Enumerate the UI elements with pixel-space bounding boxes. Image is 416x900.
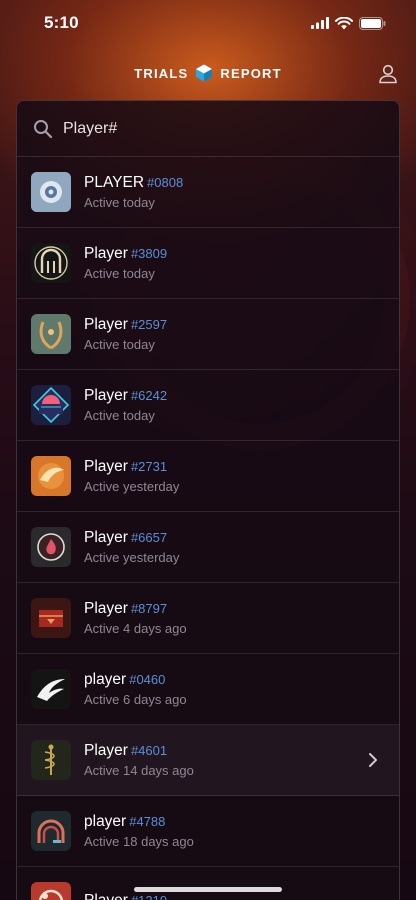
status-bar: 5:10 — [0, 0, 416, 46]
player-row-0460[interactable]: player #0460 Active 6 days ago — [17, 654, 399, 725]
player-info: Player #2597 Active today — [84, 316, 167, 353]
player-row-2731[interactable]: Player #2731 Active yesterday — [17, 441, 399, 512]
brand-logo: TRIALS REPORT — [134, 64, 282, 82]
player-code: #6657 — [130, 529, 168, 545]
player-activity: Active 6 days ago — [84, 691, 187, 707]
wifi-icon — [335, 16, 353, 29]
player-row-6657[interactable]: Player #6657 Active yesterday — [17, 512, 399, 583]
trials-logo-icon — [196, 64, 213, 82]
gate-emblem-icon — [31, 243, 71, 283]
status-time: 5:10 — [44, 13, 79, 32]
player-name: Player — [84, 528, 128, 546]
diamond-sunset-emblem-icon — [31, 385, 71, 425]
wreath-emblem-icon — [31, 314, 71, 354]
player-name-line: Player #2597 — [84, 316, 167, 334]
profile-icon[interactable] — [376, 62, 400, 86]
status-icons — [311, 16, 386, 30]
player-code: #4601 — [130, 742, 168, 758]
player-activity: Active yesterday — [84, 478, 180, 494]
red-snake-emblem-icon — [31, 882, 71, 900]
home-indicator[interactable] — [134, 887, 282, 892]
player-list: PLAYER #0808 Active today Player #3809 A… — [17, 157, 399, 900]
player-search-panel: PLAYER#0808 Active today Player#3809 — [16, 100, 400, 900]
player-code: #1219 — [130, 892, 168, 900]
player-activity: Active today — [84, 407, 155, 423]
player-row-8797[interactable]: Player #8797 Active 4 days ago — [17, 583, 399, 654]
player-name-line: Player #8797 — [84, 600, 187, 618]
player-info: player #0460 Active 6 days ago — [84, 671, 187, 708]
player-name: Player — [84, 244, 128, 262]
player-code: #0808 — [147, 174, 184, 190]
player-activity: Active 18 days ago — [84, 833, 194, 849]
player-activity: Active 4 days ago — [84, 620, 187, 636]
player-code: #2597 — [130, 316, 168, 332]
player-activity: Active yesterday — [84, 549, 180, 565]
app-header: TRIALS REPORT — [0, 52, 416, 94]
battery-icon — [359, 16, 386, 30]
red-chest-emblem-icon — [31, 598, 71, 638]
player-name: player — [84, 670, 127, 688]
caduceus-emblem-icon — [31, 740, 71, 780]
player-name: Player — [84, 599, 128, 617]
search-bar — [17, 101, 399, 157]
player-row-6242[interactable]: Player #6242 Active today — [17, 370, 399, 441]
player-activity: Active today — [84, 336, 155, 352]
player-name: player — [84, 812, 127, 830]
player-info: PLAYER #0808 Active today — [84, 174, 183, 211]
player-row-1219[interactable]: Player #1219 — [17, 867, 399, 900]
player-code: #4788 — [129, 813, 166, 829]
player-info: Player #3809 Active today — [84, 245, 167, 282]
player-name-line: Player #3809 — [84, 245, 167, 263]
player-name: Player — [84, 386, 128, 404]
player-row-3809[interactable]: Player #3809 Active today — [17, 228, 399, 299]
player-name: Player — [84, 891, 128, 900]
player-code: #3809 — [130, 245, 168, 261]
player-info: Player #4601 Active 14 days ago — [84, 742, 194, 779]
player-info: Player #2731 Active yesterday — [84, 458, 179, 495]
gear-eye-emblem-icon — [31, 172, 71, 212]
player-activity: Active 14 days ago — [84, 762, 194, 778]
player-code: #0460 — [129, 671, 166, 687]
chevron-right-icon[interactable] — [367, 751, 379, 769]
player-name-line: player #0460 — [84, 671, 187, 689]
white-wing-emblem-icon — [31, 669, 71, 709]
player-info: player #4788 Active 18 days ago — [84, 813, 194, 850]
player-row-2597[interactable]: Player #2597 Active today — [17, 299, 399, 370]
player-info: Player #1219 — [84, 892, 167, 900]
player-name: PLAYER — [84, 173, 145, 191]
player-code: #2731 — [130, 458, 168, 474]
player-name-line: PLAYER #0808 — [84, 174, 183, 192]
player-name-line: player #4788 — [84, 813, 194, 831]
player-name: Player — [84, 741, 128, 759]
flame-ring-emblem-icon — [31, 527, 71, 567]
player-activity: Active today — [84, 194, 155, 210]
player-code: #6242 — [130, 387, 168, 403]
player-info: Player #6657 Active yesterday — [84, 529, 179, 566]
player-info: Player #8797 Active 4 days ago — [84, 600, 187, 637]
search-icon — [34, 119, 53, 138]
orange-wing-emblem-icon — [31, 456, 71, 496]
player-name-line: Player #6657 — [84, 529, 179, 547]
player-activity: Active today — [84, 265, 155, 281]
brand-text-left: TRIALS — [134, 65, 189, 81]
player-name-line: Player #1219 — [84, 892, 167, 900]
player-row-4788[interactable]: player #4788 Active 18 days ago — [17, 796, 399, 867]
player-code: #8797 — [130, 600, 168, 616]
player-name-line: Player #6242 — [84, 387, 167, 405]
signal-icon — [311, 17, 329, 29]
player-name-line: Player #4601 — [84, 742, 194, 760]
brand-text-right: REPORT — [220, 65, 282, 81]
player-row-0808[interactable]: PLAYER #0808 Active today — [17, 157, 399, 228]
player-name-line: Player #2731 — [84, 458, 179, 476]
rainbow-arch-emblem-icon — [31, 811, 71, 851]
search-input[interactable] — [63, 119, 363, 138]
player-row-4601[interactable]: Player #4601 Active 14 days ago — [17, 725, 399, 796]
player-name: Player — [84, 457, 128, 475]
player-name: Player — [84, 315, 128, 333]
player-info: Player #6242 Active today — [84, 387, 167, 424]
